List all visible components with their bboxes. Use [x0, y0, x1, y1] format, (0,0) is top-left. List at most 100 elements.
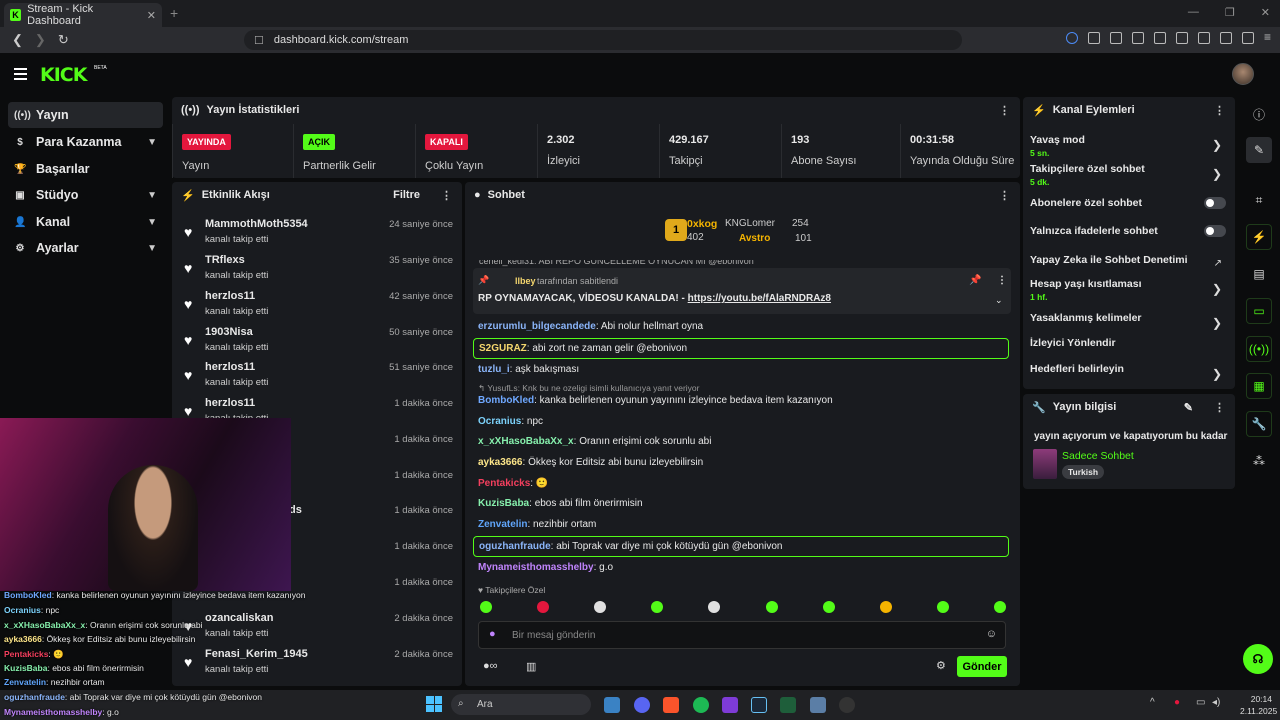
support-icon[interactable]: ☊	[1243, 644, 1273, 674]
app-icon[interactable]	[722, 697, 738, 713]
more-options-icon[interactable]: ⋮	[999, 104, 1010, 117]
obs-icon[interactable]	[839, 697, 855, 713]
app-icon[interactable]	[780, 697, 796, 713]
chat-username[interactable]: ayka3666	[478, 457, 523, 468]
chat-username[interactable]: tuzlu_i	[478, 364, 510, 375]
app-icon[interactable]	[810, 697, 826, 713]
emote-icon[interactable]	[822, 601, 835, 613]
edit-icon[interactable]: ✎	[1184, 401, 1193, 414]
nodes-icon[interactable]: ⁂	[1246, 448, 1272, 474]
action-slow-mode[interactable]: Yavaş mod 5 sn. ❯	[1030, 134, 1228, 158]
kick-logo[interactable]: KICK	[40, 64, 87, 86]
hamburger-menu-icon[interactable]	[14, 68, 27, 83]
more-options-icon[interactable]: ⋮	[997, 275, 1007, 286]
close-window-icon[interactable]: ✕	[1261, 6, 1270, 19]
more-options-icon[interactable]: ⋮	[1214, 104, 1225, 117]
emotes-only-toggle[interactable]	[1204, 225, 1226, 237]
activity-username[interactable]: TRflexs	[205, 254, 245, 266]
chat-username[interactable]: S2GURAZ	[479, 343, 527, 354]
pinned-by-user[interactable]: llbey	[515, 276, 536, 286]
action-followers-only[interactable]: Takipçilere özel sohbet 5 dk. ❯	[1030, 163, 1228, 187]
chat-username[interactable]: Ocranius	[478, 416, 521, 427]
network-icon[interactable]: ▭	[1196, 697, 1205, 708]
chevron-down-icon[interactable]: ⌄	[995, 295, 1003, 306]
pencil-icon[interactable]: ✎	[1246, 137, 1272, 163]
pinned-link[interactable]: https://youtu.be/fAlaRNDRAz8	[688, 293, 831, 304]
wallet-icon[interactable]	[1198, 32, 1210, 44]
new-tab-button[interactable]: +	[170, 5, 178, 21]
spotify-icon[interactable]	[693, 697, 709, 713]
taskbar-search[interactable]: Ara	[451, 694, 591, 715]
shield-icon[interactable]	[1242, 32, 1254, 44]
more-options-icon[interactable]: ⋮	[1214, 401, 1225, 414]
activity-username[interactable]: 1903Nisa	[205, 326, 253, 338]
steam-icon[interactable]	[751, 697, 767, 713]
broadcast-icon[interactable]: ((•))	[1246, 336, 1272, 362]
close-tab-icon[interactable]: ✕	[147, 9, 156, 22]
chat-username[interactable]: KuzisBaba	[478, 498, 529, 509]
chat-tools-icon[interactable]: ●∞	[483, 660, 498, 672]
emote-icon[interactable]	[765, 601, 778, 613]
emote-icon[interactable]	[594, 601, 607, 613]
scan-icon[interactable]: ⌗	[1246, 187, 1272, 213]
action-account-age[interactable]: Hesap yaşı kısıtlaması 1 hf. ❯	[1030, 278, 1228, 302]
chat-username[interactable]: Pentakicks	[478, 478, 530, 489]
forward-icon[interactable]: ❯	[35, 32, 46, 48]
extension-icon[interactable]	[1066, 32, 1078, 44]
bookmark-icon[interactable]: ☐	[254, 34, 264, 47]
send-button[interactable]: Gönder	[957, 656, 1007, 677]
music-icon[interactable]	[1154, 32, 1166, 44]
camera-icon[interactable]	[1132, 32, 1144, 44]
chat-settings-icon[interactable]: ⚙	[936, 659, 946, 672]
activity-username[interactable]: MammothMoth5354	[205, 218, 308, 230]
app-icon[interactable]	[604, 697, 620, 713]
sidebar-item-kanal[interactable]: 👤 Kanal ▼	[8, 209, 163, 235]
microphone-tray-icon[interactable]: ●	[1174, 697, 1180, 708]
sidebar-item-studyo[interactable]: ▣ Stüdyo ▼	[8, 182, 163, 208]
tag-badge[interactable]: Turkish	[1062, 465, 1105, 479]
maximize-icon[interactable]: ❐	[1225, 6, 1235, 19]
subscribers-only-toggle[interactable]	[1204, 197, 1226, 209]
action-ai-moderation[interactable]: Yapay Zeka ile Sohbet Denetimi ↗	[1030, 254, 1228, 269]
chat-icon[interactable]: ▭	[1246, 298, 1272, 324]
emote-icon[interactable]	[537, 601, 550, 613]
url-field[interactable]: ☐ dashboard.kick.com/stream	[244, 30, 962, 50]
unpin-icon[interactable]: 📌	[969, 275, 981, 286]
menu-icon[interactable]: ≡	[1264, 31, 1276, 44]
more-options-icon[interactable]: ⋮	[999, 189, 1010, 202]
action-banned-words[interactable]: Yasaklanmış kelimeler ❯	[1030, 312, 1228, 330]
puzzle-icon[interactable]	[1088, 32, 1100, 44]
leader-name[interactable]: 0xkog	[687, 218, 717, 230]
emoji-picker-icon[interactable]: ☺	[986, 628, 997, 640]
category-thumbnail[interactable]	[1033, 449, 1057, 479]
emote-icon[interactable]	[879, 601, 892, 613]
action-redirect-viewers[interactable]: İzleyici Yönlendir	[1030, 337, 1228, 349]
discord-icon[interactable]	[634, 697, 650, 713]
activity-username[interactable]: herzlos11	[205, 361, 255, 373]
emote-icon[interactable]	[936, 601, 949, 613]
screenshot-icon[interactable]	[1110, 32, 1122, 44]
leader-name[interactable]: Avstro	[739, 233, 770, 244]
chat-message-input[interactable]: ● Bir mesaj gönderin ☺	[478, 621, 1006, 649]
action-set-goals[interactable]: Hedefleri belirleyin ❯	[1030, 363, 1228, 381]
reload-icon[interactable]: ↻	[58, 32, 69, 48]
windows-start-icon[interactable]	[426, 696, 442, 712]
sidebar-item-ayarlar[interactable]: ⚙ Ayarlar ▼	[8, 235, 163, 261]
sidebar-item-basarilar[interactable]: 🏆 Başarılar	[8, 156, 163, 182]
emote-icon[interactable]	[708, 601, 721, 613]
sidebar-toggle-icon[interactable]	[1176, 32, 1188, 44]
user-avatar[interactable]	[1232, 63, 1254, 85]
minimize-icon[interactable]: —	[1188, 6, 1199, 19]
filter-button[interactable]: Filtre	[393, 189, 420, 201]
microphone-icon[interactable]: ●	[489, 628, 496, 640]
chat-username[interactable]: erzurumlu_bilgecandede	[478, 321, 596, 332]
info-icon[interactable]: ⓘ	[1246, 101, 1272, 127]
store-icon[interactable]: ▥	[526, 660, 536, 673]
leader-name[interactable]: KNGLomer	[725, 218, 775, 229]
category-link[interactable]: Sadece Sohbet	[1062, 450, 1134, 462]
emote-icon[interactable]	[480, 601, 492, 613]
sidebar-item-yayin[interactable]: ((•)) Yayın	[8, 102, 163, 128]
chat-username[interactable]: x_xXHasoBabaXx_x	[478, 436, 574, 447]
browser-tab[interactable]: K Stream - Kick Dashboard ✕	[4, 3, 162, 27]
sidebar-item-para-kazanma[interactable]: $ Para Kazanma ▼	[8, 129, 163, 155]
